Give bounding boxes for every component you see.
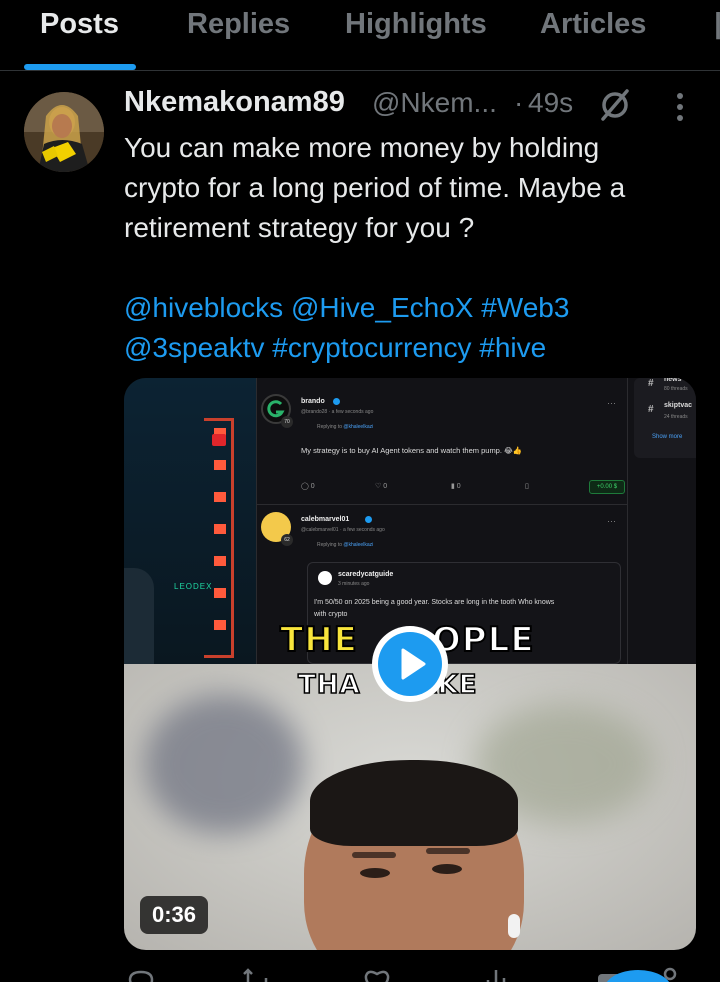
separator-dot: ·: [514, 87, 524, 118]
hashtag-link[interactable]: #hive: [479, 332, 546, 363]
feed-reply: Replying to @khaleelkazi: [317, 542, 374, 548]
brand-label: LEODEX: [174, 582, 213, 591]
feed-body: My strategy is to buy AI Agent tokens an…: [301, 446, 523, 455]
video-player[interactable]: LEODEX 70 brando @brando28 · a few secon…: [124, 378, 696, 950]
post-tags: @hiveblocks @Hive_EchoX #Web3 @3speaktv …: [124, 288, 704, 368]
views-icon[interactable]: [482, 966, 512, 982]
profile-tabs: Posts Replies Highlights Articles |: [0, 0, 720, 71]
repost-icon[interactable]: [242, 966, 272, 982]
more-horizontal-icon: ···: [607, 516, 616, 526]
more-horizontal-icon: ···: [607, 398, 616, 408]
active-tab-indicator: [24, 64, 136, 70]
play-button[interactable]: [372, 626, 448, 702]
feed-value: +0.00 $: [589, 480, 625, 494]
post-text-line: You can make more money by holding: [124, 132, 600, 163]
feed-meta: @brando28 · a few seconds ago: [301, 409, 374, 415]
hashtag-link[interactable]: #Web3: [481, 292, 569, 323]
level-badge: 62: [281, 534, 293, 546]
feed-meta: @calebmarvel01 · a few seconds ago: [301, 527, 385, 533]
feed-reply: Replying to @khaleelkazi: [317, 424, 374, 430]
red-logo-icon: [212, 434, 226, 446]
avatar[interactable]: [24, 92, 104, 172]
post-text: You can make more money by holding crypt…: [124, 128, 704, 248]
feed-name: brando: [301, 398, 325, 405]
play-icon[interactable]: [378, 632, 442, 696]
share-bookmark-icons[interactable]: [598, 966, 678, 982]
quote-name: scaredycatguide: [338, 571, 394, 578]
feed-action: ♡ 0: [375, 483, 388, 490]
like-icon[interactable]: [362, 966, 392, 982]
post-text-line: retirement strategy for you ?: [124, 212, 475, 243]
reply-icon[interactable]: [126, 966, 156, 982]
user-handle[interactable]: @Nkem...: [372, 87, 497, 119]
post-time[interactable]: 49s: [528, 87, 573, 119]
hashtag-link[interactable]: #cryptocurrency: [272, 332, 471, 363]
hidden-slash-icon[interactable]: [598, 88, 632, 122]
verified-icon: [333, 398, 340, 405]
video-frame-left-panel: LEODEX: [124, 378, 256, 664]
embedded-sidebar: # news 80 threads # skiptvac 24 threads …: [628, 378, 696, 664]
tab-posts[interactable]: Posts: [40, 8, 119, 41]
more-vertical-icon[interactable]: [672, 92, 688, 122]
video-duration: 0:36: [140, 896, 208, 934]
tab-highlights[interactable]: Highlights: [345, 8, 487, 41]
tab-replies[interactable]: Replies: [187, 8, 290, 41]
feed-name: calebmarvel01: [301, 516, 350, 523]
mention-link[interactable]: @3speaktv: [124, 332, 265, 363]
mention-link[interactable]: @Hive_EchoX: [291, 292, 474, 323]
quote-body: I'm 50/50 on 2025 being a good year. Sto…: [314, 599, 555, 606]
tab-articles[interactable]: Articles: [540, 8, 646, 41]
feed-action: ◯ 0: [301, 483, 315, 490]
bookmark-icon: ▯: [525, 483, 529, 490]
tab-overflow[interactable]: |: [714, 8, 720, 41]
mention-link[interactable]: @hiveblocks: [124, 292, 283, 323]
quote-body: with crypto: [314, 611, 348, 618]
level-badge: 70: [281, 416, 293, 428]
verified-icon: [365, 516, 372, 523]
feed-action: ▮ 0: [451, 483, 461, 490]
quote-meta: 3 minutes ago: [338, 581, 370, 587]
earbud: [508, 914, 520, 938]
post-text-line: crypto for a long period of time. Maybe …: [124, 172, 626, 203]
video-frame-webcam: [124, 664, 696, 950]
avatar-image: [24, 92, 104, 172]
quote-avatar: [318, 571, 332, 585]
display-name[interactable]: Nkemakonam89: [124, 86, 345, 119]
